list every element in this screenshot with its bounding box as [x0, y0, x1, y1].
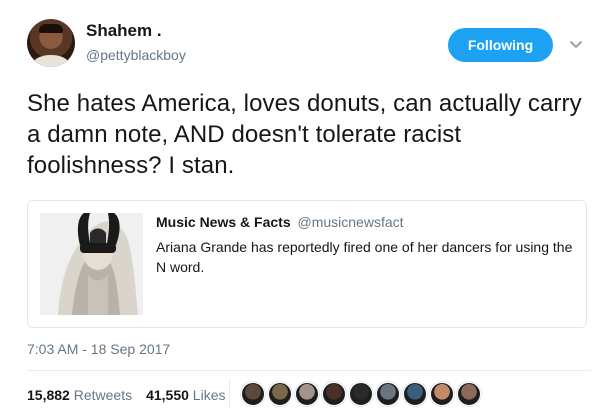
quoted-tweet[interactable]: Music News & Facts @musicnewsfact Ariana… — [27, 200, 587, 328]
retweets-stat[interactable]: 15,882 Retweets — [27, 387, 132, 403]
following-button[interactable]: Following — [448, 28, 553, 62]
retweets-count: 15,882 — [27, 387, 70, 403]
liker-avatar[interactable] — [457, 382, 481, 406]
likes-count: 41,550 — [146, 387, 189, 403]
likes-stat[interactable]: 41,550 Likes — [146, 387, 225, 403]
likers-avatars — [241, 382, 484, 406]
liker-avatar[interactable] — [403, 382, 427, 406]
tweet-stats: 15,882 Retweets 41,550 Likes — [27, 387, 225, 403]
quoted-tweet-text: Ariana Grande has reportedly fired one o… — [156, 239, 573, 275]
quoted-author-handle: @musicnewsfact — [297, 214, 404, 230]
avatar-shirt — [33, 55, 69, 67]
liker-avatar[interactable] — [349, 382, 373, 406]
quoted-tweet-image — [40, 213, 143, 315]
liker-avatar[interactable] — [322, 382, 346, 406]
quoted-author[interactable]: Music News & Facts @musicnewsfact — [156, 214, 404, 230]
liker-avatar[interactable] — [268, 382, 292, 406]
quoted-author-name: Music News & Facts — [156, 214, 291, 230]
display-name[interactable]: Shahem . — [86, 21, 162, 41]
liker-avatar[interactable] — [295, 382, 319, 406]
user-handle[interactable]: @pettyblackboy — [86, 47, 186, 63]
liker-avatar[interactable] — [376, 382, 400, 406]
stats-separator — [229, 379, 230, 409]
avatar-hair — [39, 24, 63, 33]
liker-avatar[interactable] — [430, 382, 454, 406]
avatar[interactable] — [27, 19, 75, 67]
tweet-timestamp[interactable]: 7:03 AM - 18 Sep 2017 — [27, 341, 170, 357]
liker-avatar[interactable] — [241, 382, 265, 406]
retweets-label: Retweets — [73, 387, 133, 403]
divider — [27, 370, 591, 371]
chevron-down-icon[interactable] — [568, 36, 584, 52]
likes-label: Likes — [192, 387, 226, 403]
tweet-text: She hates America, loves donuts, can act… — [27, 90, 582, 179]
